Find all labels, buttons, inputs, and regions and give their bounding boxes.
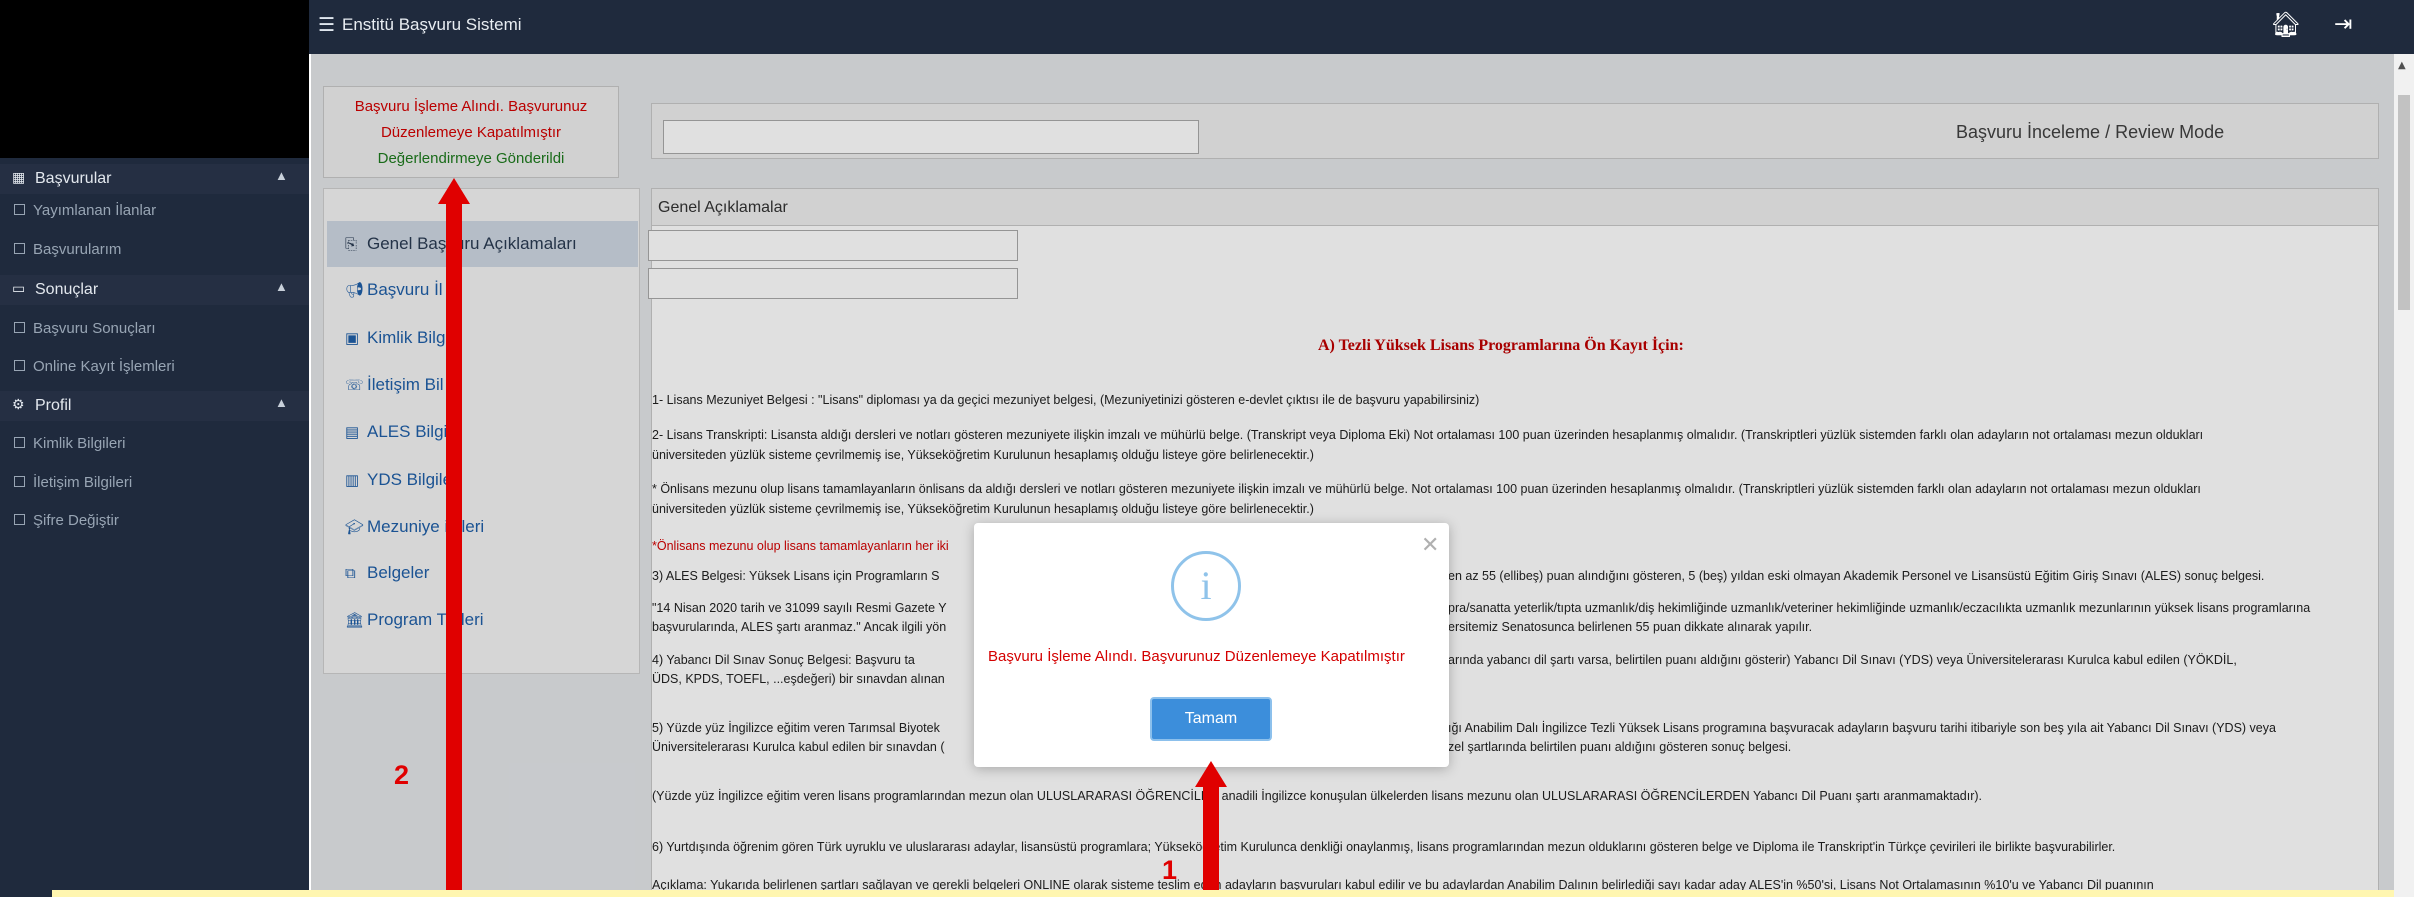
chevron-up-icon: ▲ — [275, 395, 288, 410]
sidebar-section-label: Profil — [35, 397, 72, 414]
info-icon-glyph: i — [1200, 563, 1212, 608]
annotation-arrow-2-shaft — [446, 200, 462, 897]
app-title: Enstitü Başvuru Sistemi — [342, 15, 522, 34]
sidebar-section-basvurular[interactable]: ▦ Başvurular ▲ — [0, 164, 309, 194]
sidebar-section-profil[interactable]: ⚙ Profil ▲ — [0, 391, 309, 421]
sidebar-item-label: İletişim Bilgileri — [33, 474, 133, 491]
scroll-up-icon[interactable]: ▲ — [2398, 60, 2406, 71]
sidebar-item-yayimlanan-ilanlar[interactable]: Yayımlanan İlanlar — [14, 202, 156, 219]
close-icon[interactable]: ✕ — [1421, 533, 1439, 558]
sidebar-item-basvurularim[interactable]: Başvurularım — [14, 241, 121, 258]
modal-backdrop — [311, 54, 2394, 897]
sidebar-item-label: Başvurularım — [33, 241, 122, 258]
scrollbar-thumb[interactable] — [2398, 95, 2410, 310]
sidebar-item-basvuru-sonuclari[interactable]: Başvuru Sonuçları — [14, 320, 156, 337]
annotation-number-1: 1 — [1162, 855, 1178, 885]
sidebar-item-label: Kimlik Bilgileri — [33, 435, 126, 452]
logout-icon[interactable]: ⇥ — [2334, 12, 2352, 37]
calendar-icon: ▦ — [12, 169, 26, 185]
bottom-highlight-strip — [52, 890, 2394, 897]
sidebar-item-label: Yayımlanan İlanlar — [33, 202, 157, 219]
sidebar-section-label: Sonuçlar — [35, 281, 99, 298]
annotation-arrow-1-shaft — [1203, 784, 1219, 897]
inbox-icon: ▭ — [12, 280, 26, 296]
sidebar-section-sonuclar[interactable]: ▭ Sonuçlar ▲ — [0, 275, 309, 305]
annotation-arrow-1-head — [1195, 761, 1227, 787]
annotation-arrow-2-head — [438, 178, 470, 204]
sidebar-section-label: Başvurular — [35, 170, 112, 187]
sidebar-item-kimlik-bilgileri[interactable]: Kimlik Bilgileri — [14, 435, 126, 452]
ok-button[interactable]: Tamam — [1150, 697, 1272, 741]
sidebar-item-label: Şifre Değiştir — [33, 512, 119, 529]
logo-area — [0, 0, 309, 158]
dialog-message: Başvuru İşleme Alındı. Başvurunuz Düzenl… — [988, 648, 1405, 665]
home-icon[interactable]: 🏠︎ — [2270, 10, 2302, 40]
chevron-up-icon: ▲ — [275, 279, 288, 294]
sidebar-item-label: Online Kayıt İşlemleri — [33, 358, 175, 375]
chevron-up-icon: ▲ — [275, 168, 288, 183]
cogs-icon: ⚙ — [12, 396, 25, 412]
sidebar-item-iletisim-bilgileri[interactable]: İletişim Bilgileri — [14, 474, 132, 491]
sidebar-item-online-kayit[interactable]: Online Kayıt İşlemleri — [14, 358, 175, 375]
sidebar-item-label: Başvuru Sonuçları — [33, 320, 156, 337]
sidebar-item-sifre-degistir[interactable]: Şifre Değiştir — [14, 512, 119, 529]
annotation-number-2: 2 — [394, 760, 410, 790]
hamburger-icon[interactable]: ☰ — [318, 14, 335, 36]
